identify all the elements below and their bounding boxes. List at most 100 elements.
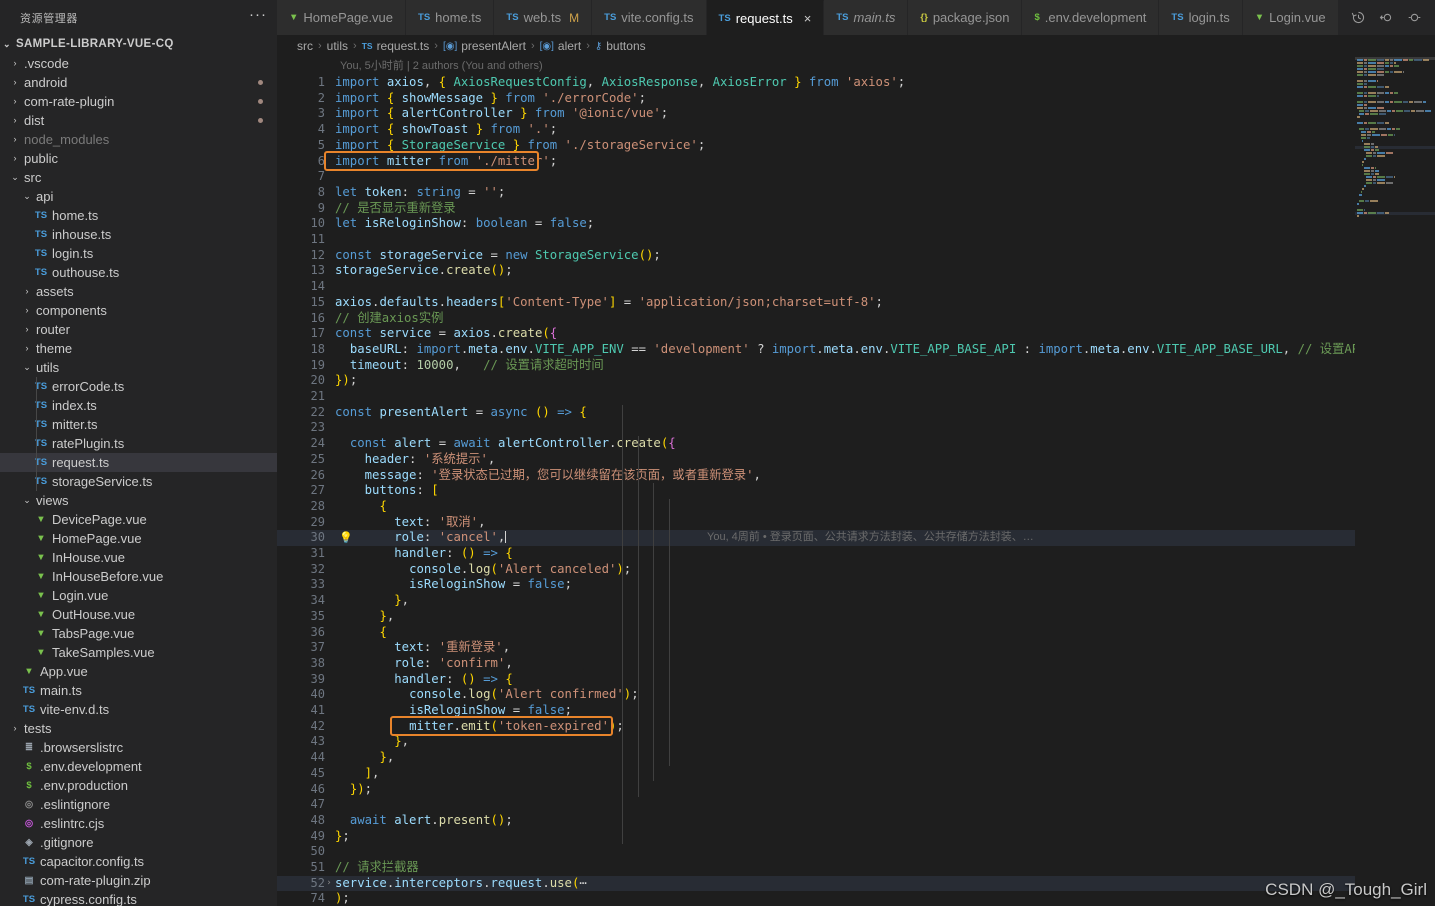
tree-item-router[interactable]: › router (0, 320, 277, 339)
tab-login-vue[interactable]: ▼ Login.vue (1242, 0, 1339, 35)
code-line-50[interactable]: 50 (277, 844, 1355, 860)
code-line-43[interactable]: 43 }, (277, 734, 1355, 750)
tab-home-ts[interactable]: TS home.ts (406, 0, 495, 35)
tree-item-login-ts[interactable]: TS login.ts (0, 244, 277, 263)
tree-item-node-modules[interactable]: › node_modules (0, 130, 277, 149)
code-line-13[interactable]: 13 storageService.create(); (277, 263, 1355, 279)
tree-item-main-ts[interactable]: TS main.ts (0, 681, 277, 700)
code-line-49[interactable]: 49}; (277, 829, 1355, 845)
code-line-21[interactable]: 21 (277, 389, 1355, 405)
code-line-10[interactable]: 10 let isReloginShow: boolean = false; (277, 216, 1355, 232)
tree-item-app-vue[interactable]: ▼ App.vue (0, 662, 277, 681)
code-line-31[interactable]: 31 handler: () => { (277, 546, 1355, 562)
code-line-4[interactable]: 4 import { showToast } from '.'; (277, 122, 1355, 138)
ellipsis-icon[interactable]: ··· (249, 7, 267, 28)
tab-list[interactable]: ▼ HomePage.vue TS home.ts TS web.ts M TS vite.co… (277, 0, 1339, 35)
tree-item--env-development[interactable]: $ .env.development (0, 757, 277, 776)
code-line-32[interactable]: 32 console.log('Alert canceled'); (277, 562, 1355, 578)
code-line-35[interactable]: 35 }, (277, 609, 1355, 625)
tree-item-android[interactable]: › android (0, 73, 277, 92)
tree-item-capacitor-config-ts[interactable]: TS capacitor.config.ts (0, 852, 277, 871)
code-line-34[interactable]: 34 }, (277, 593, 1355, 609)
code-line-19[interactable]: 19 timeout: 10000, // 设置请求超时时间 (277, 358, 1355, 374)
tree-item--eslintignore[interactable]: ◎ .eslintignore (0, 795, 277, 814)
code-surface[interactable]: You, 5小时前 | 2 authors (You and others) 1… (277, 57, 1355, 906)
tree-item-com-rate-plugin-zip[interactable]: ▤ com-rate-plugin.zip (0, 871, 277, 890)
history-icon[interactable] (1351, 10, 1366, 25)
tree-item-views[interactable]: ⌄ views (0, 491, 277, 510)
code-line-3[interactable]: 3 import { alertController } from '@ionic… (277, 106, 1355, 122)
split-left-icon[interactable] (1379, 10, 1394, 25)
code-line-48[interactable]: 48 await alert.present(); (277, 813, 1355, 829)
breadcrumb-item-presentalert[interactable]: [◉] presentAlert (443, 39, 526, 53)
tree-item--browserslistrc[interactable]: ≣ .browserslistrc (0, 738, 277, 757)
code-line-52[interactable]: 52 › service.interceptors.request.use(⋯ (277, 875, 1355, 892)
tree-item--vscode[interactable]: › .vscode (0, 54, 277, 73)
code-line-47[interactable]: 47 (277, 797, 1355, 813)
breadcrumb-item-request-ts[interactable]: TS request.ts (362, 39, 430, 53)
breadcrumb-item-alert[interactable]: [◉] alert (540, 39, 582, 53)
tree-item-assets[interactable]: › assets (0, 282, 277, 301)
fold-chevron-icon[interactable]: › (323, 876, 335, 892)
tree-item--env-production[interactable]: $ .env.production (0, 776, 277, 795)
code-line-15[interactable]: 15 axios.defaults.headers['Content-Type']… (277, 295, 1355, 311)
tree-item-src[interactable]: ⌄ src (0, 168, 277, 187)
tree-item-mitter-ts[interactable]: TS mitter.ts (0, 415, 277, 434)
breadcrumb[interactable]: src › utils › TS request.ts › [◉] presentAlert ›[… (277, 35, 1435, 57)
tree-item-public[interactable]: › public (0, 149, 277, 168)
code-line-2[interactable]: 2 import { showMessage } from './errorCod… (277, 91, 1355, 107)
tree-item-utils[interactable]: ⌄ utils (0, 358, 277, 377)
tree-item-inhousebefore-vue[interactable]: ▼ InHouseBefore.vue (0, 567, 277, 586)
tab-web-ts[interactable]: TS web.ts M (494, 0, 593, 35)
code-line-74[interactable]: 74); (277, 891, 1355, 906)
code-line-33[interactable]: 33 isReloginShow = false; (277, 577, 1355, 593)
tab-package-json[interactable]: {} package.json (908, 0, 1023, 35)
code-line-20[interactable]: 20}); (277, 373, 1355, 389)
tree-item-takesamples-vue[interactable]: ▼ TakeSamples.vue (0, 643, 277, 662)
code-line-42[interactable]: 42 mitter.emit('token-expired'); (277, 719, 1355, 735)
code-line-8[interactable]: 8 let token: string = ''; (277, 185, 1355, 201)
code-line-30[interactable]: 30 💡 role: 'cancel', You, 4周前 • 登录页面、公共请求方… (277, 530, 1355, 546)
code-line-27[interactable]: 27 buttons: [ (277, 483, 1355, 499)
code-line-28[interactable]: 28 { (277, 499, 1355, 515)
code-line-9[interactable]: 9 // 是否显示重新登录 (277, 201, 1355, 217)
code-line-22[interactable]: 22 const presentAlert = async () => { (277, 405, 1355, 421)
code-line-38[interactable]: 38 role: 'confirm', (277, 656, 1355, 672)
code-line-24[interactable]: 24 const alert = await alertController.c… (277, 436, 1355, 452)
split-icon[interactable] (1407, 10, 1422, 25)
code-line-37[interactable]: 37 text: '重新登录', (277, 640, 1355, 656)
file-tree[interactable]: ⌄ SAMPLE-LIBRARY-VUE-CQ › .vscode › android › c… (0, 35, 277, 906)
tree-item-components[interactable]: › components (0, 301, 277, 320)
tree-item-errorcode-ts[interactable]: TS errorCode.ts (0, 377, 277, 396)
breadcrumb-item-utils[interactable]: utils (327, 39, 348, 53)
tree-item-home-ts[interactable]: TS home.ts (0, 206, 277, 225)
code-line-36[interactable]: 36 { (277, 625, 1355, 641)
tab-login-ts[interactable]: TS login.ts (1159, 0, 1243, 35)
tree-item-tests[interactable]: › tests (0, 719, 277, 738)
code-line-11[interactable]: 11 (277, 232, 1355, 248)
breadcrumb-item-buttons[interactable]: ⚷ buttons (595, 39, 646, 53)
breadcrumb-item-src[interactable]: src (297, 39, 313, 53)
tree-item--gitignore[interactable]: ◈ .gitignore (0, 833, 277, 852)
code-line-29[interactable]: 29 text: '取消', (277, 515, 1355, 531)
code-line-7[interactable]: 7 (277, 169, 1355, 185)
tree-item-homepage-vue[interactable]: ▼ HomePage.vue (0, 529, 277, 548)
tree-item-inhouse-vue[interactable]: ▼ InHouse.vue (0, 548, 277, 567)
tree-item-com-rate-plugin[interactable]: › com-rate-plugin (0, 92, 277, 111)
tab-main-ts[interactable]: TS main.ts (824, 0, 909, 35)
code-line-46[interactable]: 46 }); (277, 782, 1355, 798)
tree-item-inhouse-ts[interactable]: TS inhouse.ts (0, 225, 277, 244)
code-line-41[interactable]: 41 isReloginShow = false; (277, 703, 1355, 719)
code-line-14[interactable]: 14 (277, 279, 1355, 295)
tree-item--eslintrc-cjs[interactable]: ◎ .eslintrc.cjs (0, 814, 277, 833)
code-line-5[interactable]: 5 import { StorageService } from './stora… (277, 138, 1355, 154)
close-icon[interactable]: × (804, 11, 812, 26)
tree-item-cypress-config-ts[interactable]: TS cypress.config.ts (0, 890, 277, 906)
code-line-23[interactable]: 23 (277, 420, 1355, 436)
tree-item-devicepage-vue[interactable]: ▼ DevicePage.vue (0, 510, 277, 529)
tree-item-tabspage-vue[interactable]: ▼ TabsPage.vue (0, 624, 277, 643)
tree-item-index-ts[interactable]: TS index.ts (0, 396, 277, 415)
tab-request-ts[interactable]: TS request.ts × (706, 0, 825, 35)
tab-vite-config-ts[interactable]: TS vite.config.ts (592, 0, 707, 35)
code-line-25[interactable]: 25 header: '系统提示', (277, 452, 1355, 468)
